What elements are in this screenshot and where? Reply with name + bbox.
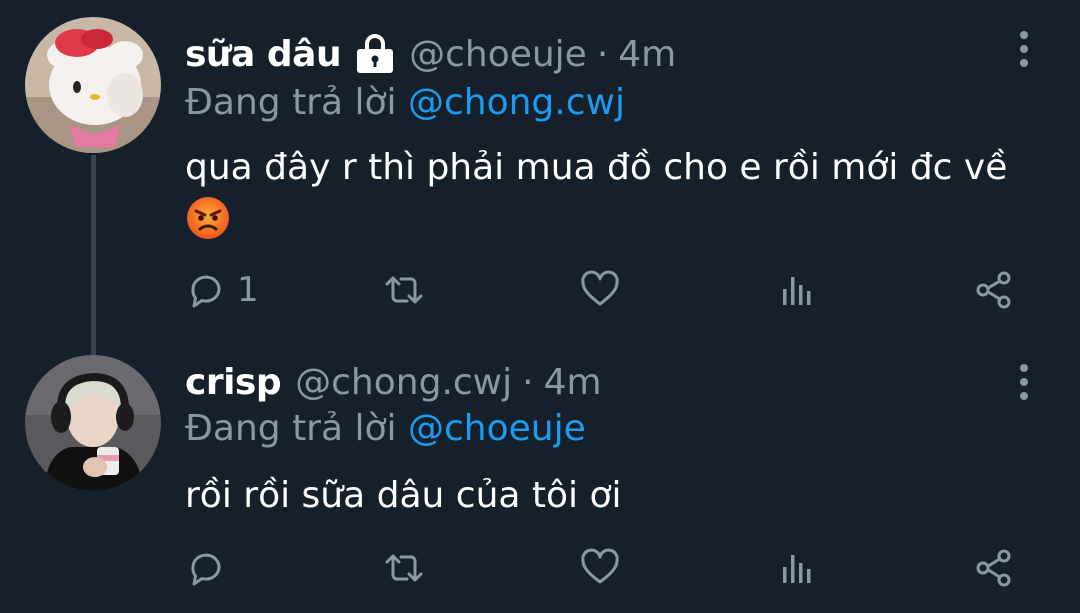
- reply-button[interactable]: 1: [185, 265, 259, 315]
- angry-face-emoji-icon: [187, 197, 229, 239]
- analytics-button[interactable]: [776, 543, 818, 593]
- reply-button[interactable]: [185, 543, 227, 593]
- display-name[interactable]: crisp: [185, 362, 282, 403]
- retweet-button[interactable]: [383, 543, 425, 593]
- tweet-2[interactable]: crisp @chong.cwj · 4m Đang trả lời @choe…: [0, 340, 1080, 613]
- reply-count: 1: [237, 270, 259, 310]
- tweet-header: crisp @chong.cwj · 4m: [185, 357, 602, 407]
- hello-kitty-plush-avatar: [25, 17, 161, 153]
- reply-icon: [191, 553, 221, 586]
- lock-icon: [357, 34, 394, 73]
- retweet-button[interactable]: [383, 265, 425, 315]
- avatar[interactable]: [25, 355, 161, 491]
- retweet-icon: [385, 554, 423, 582]
- person-with-headset-avatar: [25, 355, 161, 491]
- user-handle[interactable]: @chong.cwj: [295, 362, 512, 403]
- display-name[interactable]: sữa dâu: [185, 34, 342, 75]
- tweet-text: rồi rồi sữa dâu của tôi ơi: [185, 475, 622, 516]
- separator-dot: ·: [522, 361, 534, 403]
- analytics-button[interactable]: [776, 265, 818, 315]
- avatar[interactable]: [25, 17, 161, 153]
- user-handle[interactable]: @choeuje: [409, 34, 587, 75]
- replying-to: Đang trả lời @chong.cwj: [185, 82, 625, 123]
- more-vertical-icon[interactable]: [1013, 362, 1035, 402]
- more-vertical-icon[interactable]: [1013, 29, 1035, 69]
- tweet-body: qua đây r thì phải mua đồ cho e rồi mới …: [185, 144, 1055, 241]
- share-icon: [976, 271, 1011, 309]
- reply-icon: [191, 275, 221, 308]
- tweet-1[interactable]: sữa dâu @choeuje · 4m Đang trả lời @chon…: [0, 0, 1080, 340]
- share-icon: [976, 549, 1011, 587]
- tweet-header: sữa dâu @choeuje · 4m: [185, 29, 676, 79]
- reply-mention-link[interactable]: @choeuje: [408, 408, 586, 449]
- replying-to-label: Đang trả lời: [185, 408, 397, 449]
- like-button[interactable]: [579, 543, 621, 593]
- share-button[interactable]: [973, 265, 1015, 315]
- timestamp[interactable]: 4m: [544, 362, 602, 403]
- share-button[interactable]: [973, 543, 1015, 593]
- replying-to-label: Đang trả lời: [185, 82, 397, 123]
- timestamp[interactable]: 4m: [618, 34, 676, 75]
- separator-dot: ·: [596, 33, 609, 75]
- tweet-actions: [185, 543, 1035, 593]
- heart-icon: [581, 548, 619, 584]
- replying-to: Đang trả lời @choeuje: [185, 408, 586, 449]
- retweet-icon: [385, 276, 423, 304]
- analytics-icon: [783, 555, 811, 583]
- reply-mention-link[interactable]: @chong.cwj: [408, 82, 625, 123]
- heart-icon: [581, 270, 619, 306]
- tweet-thread: sữa dâu @choeuje · 4m Đang trả lời @chon…: [0, 0, 1080, 613]
- like-button[interactable]: [579, 265, 621, 315]
- analytics-icon: [783, 277, 811, 305]
- tweet-text: qua đây r thì phải mua đồ cho e rồi mới …: [185, 147, 1008, 188]
- tweet-body: rồi rồi sữa dâu của tôi ơi: [185, 472, 1055, 519]
- tweet-actions: 1: [185, 265, 1035, 315]
